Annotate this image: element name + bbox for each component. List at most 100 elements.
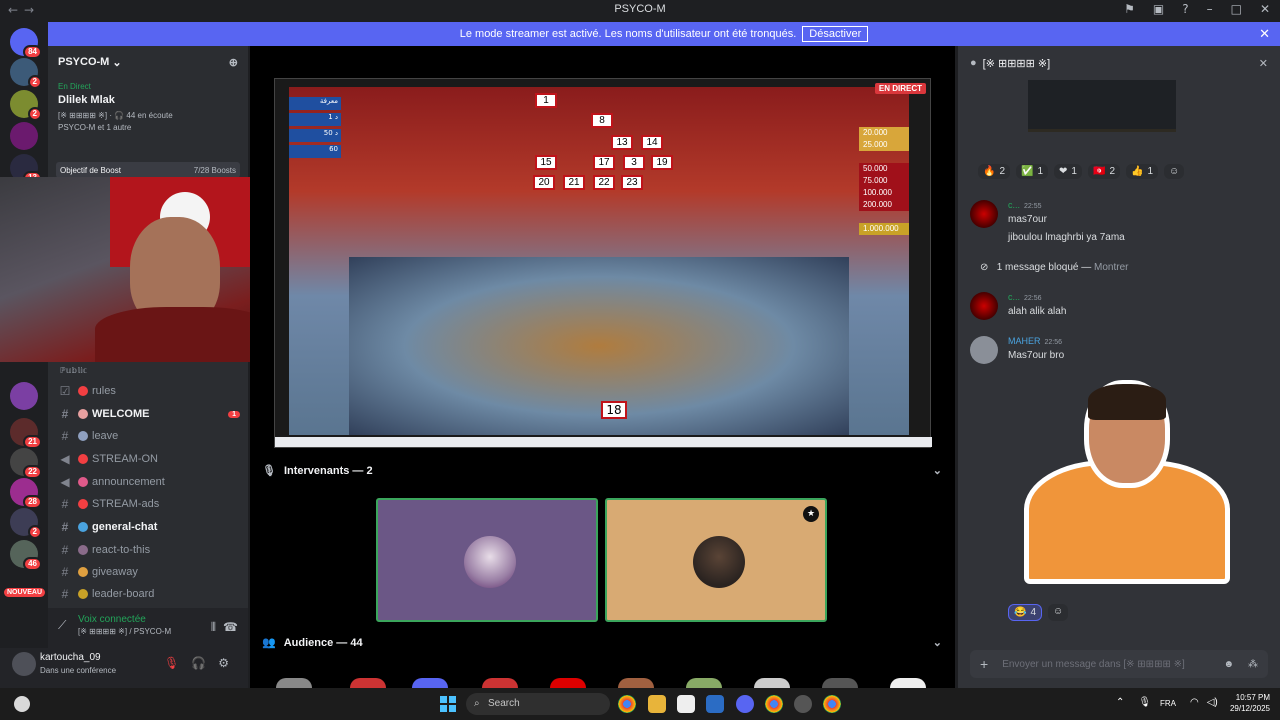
store-icon[interactable]	[677, 695, 695, 713]
avatar[interactable]	[970, 292, 998, 320]
close-icon[interactable]: ✕	[1259, 57, 1268, 70]
invite-people-icon[interactable]: ⊕	[229, 56, 238, 69]
channel-category[interactable]: ℙ𝕦𝕓𝕝𝕚𝕔	[60, 366, 87, 375]
inbox-icon[interactable]: ⚑	[1124, 2, 1135, 16]
server-icon[interactable]: 2	[10, 508, 42, 539]
audience-avatar[interactable]	[754, 678, 790, 688]
server-icon[interactable]: 2	[10, 58, 42, 89]
chevron-down-icon[interactable]: ⌄	[933, 464, 942, 477]
channel-giveaway[interactable]: # giveaway	[56, 562, 246, 582]
embedded-image[interactable]	[1028, 80, 1176, 132]
server-header[interactable]: PSYCO-M ⌄ ⊕	[48, 46, 248, 78]
channel-stream-ads[interactable]: # STREAM-ads	[56, 494, 246, 514]
widgets-icon[interactable]	[14, 696, 30, 712]
audience-avatar[interactable]	[550, 678, 586, 688]
plus-icon[interactable]: +	[980, 656, 988, 672]
channel-stream-on[interactable]: ◀ STREAM-ON	[56, 449, 246, 469]
reaction[interactable]: 🇹🇳 2	[1087, 164, 1120, 179]
server-icon[interactable]: 21	[10, 418, 42, 449]
speaker-tile[interactable]	[376, 498, 598, 622]
compose-placeholder[interactable]: Envoyer un message dans [※ ⊞⊞⊞⊞ ※]	[1002, 659, 1185, 670]
chevron-down-icon[interactable]: ⌄	[933, 636, 942, 649]
emoji-icon[interactable]: ☻	[1223, 659, 1234, 670]
channel-emoji	[78, 409, 88, 419]
screen-icon[interactable]: ▣	[1153, 2, 1164, 16]
banner-close-icon[interactable]: ✕	[1259, 26, 1270, 42]
audience-header[interactable]: 👥 Audience — 44 ⌄	[262, 636, 942, 650]
channel-rules[interactable]: ☑ rules	[56, 381, 246, 401]
boost-goal[interactable]: Objectif de Boost 7/28 Boosts	[56, 162, 240, 178]
microphone-icon[interactable]: 🎙	[1138, 697, 1151, 708]
audience-avatar[interactable]	[482, 678, 518, 688]
close-window-button[interactable]: ✕	[1260, 2, 1270, 16]
server-icon[interactable]: 22	[10, 448, 42, 479]
server-icon[interactable]	[10, 382, 38, 410]
reaction[interactable]: 👍 1	[1126, 164, 1159, 179]
message-composer[interactable]: + Envoyer un message dans [※ ⊞⊞⊞⊞ ※] ☻ ⁂	[970, 650, 1268, 678]
mail-icon[interactable]	[706, 695, 724, 713]
sticker-reactions: 😂 4 ☺	[1008, 604, 1069, 621]
audience-avatar[interactable]	[618, 678, 654, 688]
chrome-icon[interactable]	[765, 695, 783, 713]
screen-share[interactable]: معرفة 1 د 50 د 60 1 8 13 14 15 17 3 19 2…	[274, 78, 932, 448]
speakers-header[interactable]: 🎙 Intervenants — 2 ⌄	[262, 464, 942, 478]
disconnect-icon[interactable]: ☎	[223, 620, 238, 634]
file-explorer-icon[interactable]	[648, 695, 666, 713]
disable-streamer-button[interactable]: Désactiver	[802, 26, 869, 42]
audience-avatar[interactable]	[276, 678, 312, 688]
reaction[interactable]: 🔥 2	[978, 164, 1011, 179]
audience-avatar[interactable]	[686, 678, 722, 688]
reaction[interactable]: ✅ 1	[1016, 164, 1049, 179]
channel-react-to-this[interactable]: # react-to-this	[56, 540, 246, 560]
dm-home-icon[interactable]: 84	[10, 28, 42, 59]
message-author[interactable]: c... 22:56	[1008, 292, 1042, 302]
minimize-button[interactable]: –	[1207, 2, 1213, 16]
reaction[interactable]: 😂 4	[1008, 604, 1043, 621]
channel-welcome[interactable]: # WELCOME 1	[56, 404, 246, 424]
gear-icon[interactable]: ⚙	[218, 656, 229, 670]
clock[interactable]: 10:57 PM 29/12/2025	[1230, 692, 1270, 714]
live-event-card[interactable]: En Direct Dlilek Mlak [※ ⊞⊞⊞⊞ ※] · 🎧 44 …	[48, 78, 248, 136]
headset-icon[interactable]: 🎧	[191, 656, 206, 670]
add-reaction-icon[interactable]: ☺	[1048, 604, 1069, 621]
discord-icon[interactable]	[736, 695, 754, 713]
audience-avatar[interactable]	[350, 678, 386, 688]
server-icon[interactable]: 2	[10, 90, 42, 121]
signal-icon[interactable]: ⟋	[58, 618, 66, 633]
wifi-icon[interactable]: ◠	[1190, 697, 1199, 708]
mic-muted-icon[interactable]: 🎙	[164, 656, 179, 670]
message-author[interactable]: c... 22:55	[1008, 200, 1042, 210]
channel-announcement[interactable]: ◀ announcement	[56, 472, 246, 492]
windows-start-icon[interactable]	[440, 696, 456, 712]
avatar[interactable]	[970, 336, 998, 364]
message-author[interactable]: MAHER 22:56	[1008, 336, 1062, 346]
maximize-button[interactable]: □	[1231, 2, 1242, 16]
server-icon[interactable]: 28	[10, 478, 42, 509]
reaction[interactable]: ❤ 1	[1054, 164, 1082, 179]
volume-icon[interactable]: ◁)	[1207, 697, 1218, 708]
audience-avatar[interactable]	[822, 678, 858, 688]
audience-avatar[interactable]	[890, 678, 926, 688]
help-icon[interactable]: ?	[1182, 2, 1188, 16]
server-icon[interactable]: 46	[10, 540, 42, 571]
chrome-icon[interactable]	[823, 695, 841, 713]
channel-general-chat[interactable]: # general-chat	[56, 517, 246, 537]
apps-icon[interactable]: ⁂	[1248, 659, 1258, 670]
sticker-image[interactable]	[1024, 380, 1230, 584]
server-icon[interactable]	[10, 122, 38, 150]
avatar[interactable]	[970, 200, 998, 228]
app-icon[interactable]	[794, 695, 812, 713]
avatar[interactable]	[12, 652, 36, 676]
blocked-message-notice: ⊘ 1 message bloqué — Montrer	[980, 262, 1129, 273]
audience-avatar[interactable]	[412, 678, 448, 688]
language-indicator[interactable]: FRA	[1160, 699, 1176, 708]
chrome-icon[interactable]	[618, 695, 636, 713]
show-blocked-link[interactable]: Montrer	[1094, 262, 1128, 273]
add-reaction-icon[interactable]: ☺	[1164, 164, 1185, 179]
sound-wave-icon[interactable]: ⦀	[211, 620, 216, 635]
taskbar-search[interactable]: ⌕ Search	[466, 693, 610, 715]
speaker-tile[interactable]: ★	[605, 498, 827, 622]
channel-leader-board[interactable]: # leader-board	[56, 584, 246, 604]
chevron-up-icon[interactable]: ⌃	[1116, 697, 1124, 708]
channel-leave[interactable]: # leave	[56, 426, 246, 446]
